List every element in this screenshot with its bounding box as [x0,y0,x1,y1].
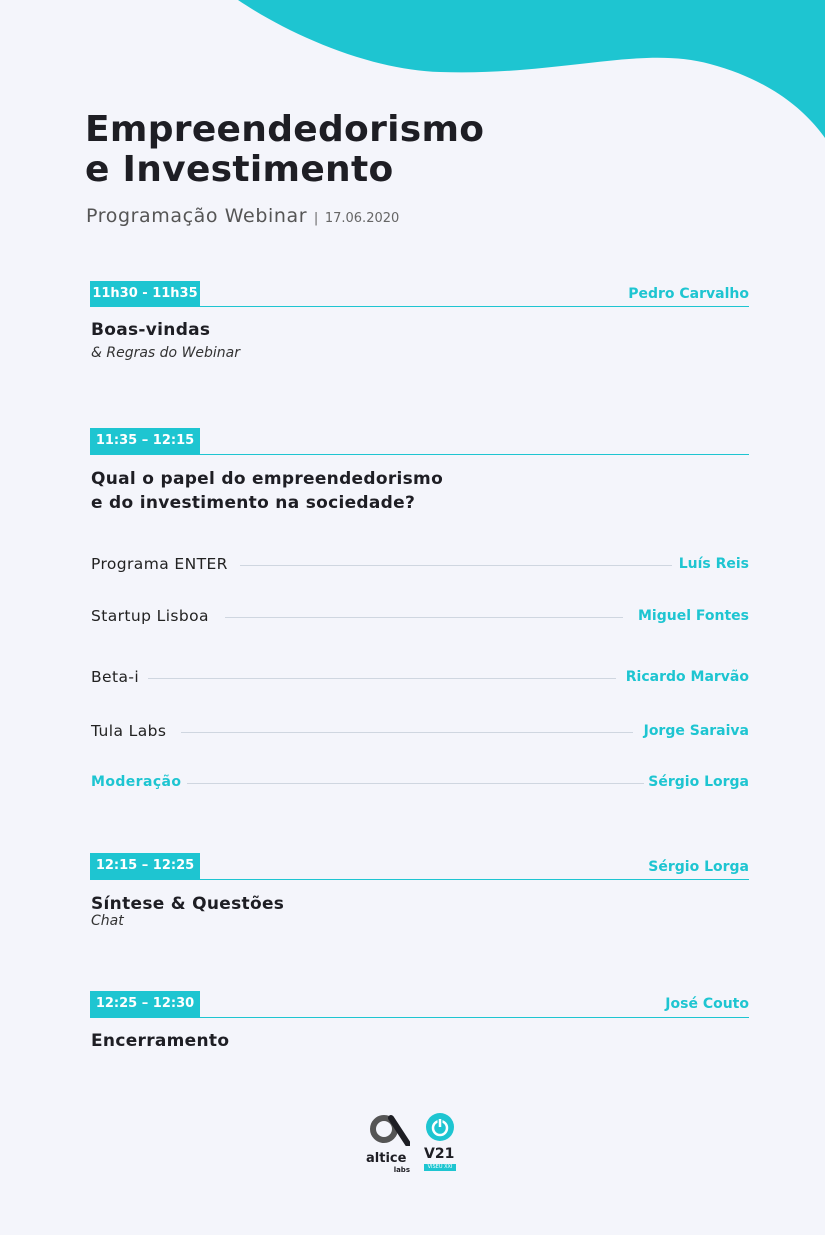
moderation-label: Moderação [91,774,188,790]
session-title: Boas-vindas [91,320,211,340]
altice-labs-logo: altice labs [366,1112,414,1178]
session-speaker: Pedro Carvalho [628,286,749,302]
row-divider [182,783,644,784]
time-badge: 12:15 – 12:25 [90,853,200,879]
panel-item-speaker: Jorge Saraiva [643,723,749,739]
panel-item-label: Startup Lisboa [91,607,215,625]
row-divider [181,732,633,733]
section-divider [90,454,749,455]
row-divider [225,617,623,618]
subtitle-separator: | [313,211,319,226]
title-line-1: Empreendedorismo [85,109,485,150]
page-title: Empreendedorismo e Investimento [85,110,484,190]
time-badge: 11h30 - 11h35 [90,281,200,307]
panel-item-speaker: Luís Reis [678,556,749,572]
altice-logo-mark [370,1115,411,1147]
labs-wordmark: labs [393,1166,410,1174]
moderator-speaker: Sérgio Lorga [648,774,749,790]
page-subtitle: Programação Webinar | 17.06.2020 [86,205,399,227]
question-line-2: e do investimento na sociedade? [91,493,416,513]
session-speaker: Sérgio Lorga [648,859,749,875]
row-divider [148,678,616,679]
panel-item-speaker: Ricardo Marvão [625,669,749,685]
section-divider [90,306,749,307]
time-badge: 11:35 – 12:15 [90,428,200,454]
session-speaker: José Couto [665,996,749,1012]
question-line-1: Qual o papel do empreendedorismo [91,469,444,489]
session-subtitle: Chat [91,913,124,929]
section-divider [90,1017,749,1018]
v21-logo: V21 VISEU XXI [424,1112,460,1178]
session-subtitle: & Regras do Webinar [91,345,241,361]
title-line-2: e Investimento [85,149,394,190]
session-title: Síntese & Questões [91,894,285,914]
section-divider [90,879,749,880]
panel-item-label: Tula Labs [91,722,173,740]
v21-wordmark: V21 [424,1146,455,1162]
panel-item-speaker: Miguel Fontes [638,608,749,624]
panel-item-label: Beta-i [91,668,146,686]
v21-tagline: VISEU XXI [424,1164,456,1171]
session-question-title: Qual o papel do empreendedorismo e do in… [91,467,443,515]
session-title: Encerramento [91,1031,230,1051]
subtitle-text: Programação Webinar [86,205,308,227]
row-divider [240,565,672,566]
time-badge: 12:25 – 12:30 [90,991,200,1017]
panel-item-label: Programa ENTER [91,555,234,573]
power-icon [426,1113,454,1141]
altice-wordmark: altice [366,1151,407,1166]
event-date: 17.06.2020 [324,211,400,226]
